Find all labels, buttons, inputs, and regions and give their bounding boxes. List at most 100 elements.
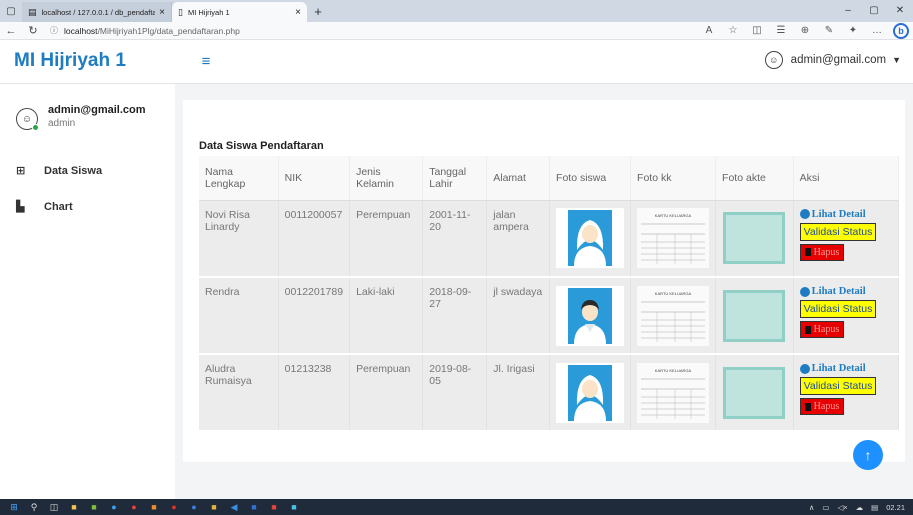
cell-nama: Novi Risa Linardy (199, 200, 279, 278)
sidebar-item-chart[interactable]: ▙ Chart (16, 200, 73, 214)
online-status-dot (32, 124, 39, 131)
clock-time[interactable]: 02.21 (886, 503, 905, 512)
validasi-status-button[interactable]: Validasi Status (799, 377, 877, 395)
cell-foto-kk: KARTU KELUARGA (630, 200, 717, 278)
avatar: ☺ (16, 108, 39, 131)
network-icon[interactable]: ▭ (822, 503, 829, 512)
cell-foto-akte (715, 354, 794, 432)
read-aloud-icon[interactable]: A (697, 25, 721, 36)
favorites-list-icon[interactable]: ☰ (769, 25, 793, 36)
copilot-icon[interactable]: ✦ (841, 25, 865, 36)
maximize-button[interactable]: ▢ (861, 0, 887, 22)
trash-icon (804, 402, 811, 411)
notification-icon[interactable]: ▤ (871, 503, 878, 512)
task-view-icon[interactable]: ◫ (44, 502, 64, 513)
browser-tab-mi-hijriyah[interactable]: ▯ MI Hijriyah 1 × (172, 2, 307, 22)
cell-tanggal-lahir: 2001-11-20 (422, 200, 488, 278)
cell-aksi: Lihat Detail Validasi Status Hapus (793, 277, 900, 355)
word-icon[interactable]: ■ (244, 502, 264, 512)
lihat-detail-label: Lihat Detail (811, 208, 866, 220)
lihat-detail-link[interactable]: Lihat Detail (799, 208, 892, 220)
cell-jenis-kelamin: Laki-laki (349, 277, 424, 355)
url-field[interactable]: ⓘ localhost/MiHijriyah1Plg/data_pendafta… (44, 25, 697, 36)
search-icon[interactable]: ⚲ (24, 502, 44, 513)
volume-icon[interactable]: ◁× (837, 503, 847, 512)
app-icon[interactable]: ● (164, 502, 184, 512)
eye-icon (799, 209, 810, 219)
url-host: localhost (64, 25, 98, 36)
more-menu-icon[interactable]: … (865, 25, 889, 36)
browser-tab-bar: ▢ ▤ localhost / 127.0.0.1 / db_pendaftar… (0, 0, 913, 22)
edge-browser-icon[interactable]: ● (104, 502, 124, 512)
back-arrow-icon[interactable]: ← (0, 25, 22, 37)
lihat-detail-link[interactable]: Lihat Detail (799, 363, 892, 374)
student-photo-male (556, 285, 625, 346)
validasi-status-button[interactable]: Validasi Status (799, 300, 877, 318)
lihat-detail-link[interactable]: Lihat Detail (799, 286, 892, 297)
column-header: Foto akte (715, 156, 794, 201)
tab-close-icon[interactable]: × (295, 7, 301, 18)
vscode-icon[interactable]: ◀ (224, 502, 244, 513)
profile-avatar-icon[interactable]: b (893, 22, 909, 39)
column-header: NIK (278, 156, 351, 201)
cell-alamat: Jl. Irigasi (486, 354, 551, 432)
user-menu[interactable]: ☺ admin@gmail.com ▼ (764, 51, 901, 69)
cell-tanggal-lahir: 2018-09-27 (422, 277, 488, 355)
cell-nik: 0012201789 (278, 277, 351, 355)
chevron-down-icon: ▼ (892, 55, 901, 65)
scroll-to-top-button[interactable]: ↑ (853, 440, 883, 470)
show-hidden-icons-icon[interactable]: ∧ (809, 503, 815, 512)
app-icon[interactable]: ■ (144, 502, 164, 512)
cell-aksi: Lihat Detail Validasi Status Hapus (793, 354, 900, 432)
hapus-button[interactable]: Hapus (799, 243, 845, 261)
column-header: Aksi (793, 156, 900, 201)
app-icon[interactable]: ■ (204, 502, 224, 512)
validasi-status-button[interactable]: Validasi Status (799, 222, 877, 241)
refresh-icon[interactable]: ↻ (22, 24, 44, 37)
cell-jenis-kelamin: Perempuan (349, 354, 424, 432)
cell-nama: Aludra Rumaisya (199, 354, 279, 432)
akte-kelahiran-image (723, 289, 786, 342)
file-explorer-icon[interactable]: ■ (64, 502, 84, 512)
page-title: Data Siswa Pendaftaran (199, 140, 324, 152)
trash-icon (804, 325, 811, 334)
kk-header-text: KARTU KELUARGA (655, 368, 692, 373)
user-email: admin@gmail.com (790, 54, 887, 66)
app-icon[interactable]: ■ (84, 502, 104, 512)
favorite-star-icon[interactable]: ☆ (721, 25, 745, 36)
system-tray: ∧ ▭ ◁× ☁ ▤ 02.21 (801, 499, 905, 515)
app-icon[interactable]: ■ (284, 502, 304, 512)
window-controls: – ▢ ✕ (835, 0, 913, 22)
windows-start-icon[interactable]: ⊞ (4, 502, 24, 513)
cell-foto-kk: KARTU KELUARGA (630, 277, 717, 355)
brand-title[interactable]: MI Hijriyah 1 (14, 50, 126, 72)
split-screen-icon[interactable]: ◫ (745, 25, 769, 36)
hamburger-menu-icon[interactable]: ≡ (196, 52, 216, 72)
url-path: /MiHijriyah1Plg/data_pendaftaran.php (97, 25, 240, 36)
app-icon[interactable]: ● (184, 502, 204, 512)
close-window-button[interactable]: ✕ (887, 0, 913, 22)
hapus-button[interactable]: Hapus (799, 321, 845, 338)
tab-actions-icon[interactable]: ▢ (0, 0, 22, 22)
weather-icon[interactable]: ☁ (856, 503, 864, 512)
hapus-button[interactable]: Hapus (799, 398, 845, 415)
minimize-button[interactable]: – (835, 0, 861, 22)
student-photo-female (556, 208, 625, 269)
tab-close-icon[interactable]: × (159, 7, 165, 18)
new-tab-button[interactable]: + (307, 4, 329, 19)
extensions-icon[interactable]: ✎ (817, 25, 841, 36)
sidebar-item-data-siswa[interactable]: ⊞ Data Siswa (16, 164, 102, 178)
cell-foto-akte (715, 200, 794, 278)
app-icon[interactable]: ● (124, 502, 144, 512)
cell-nama: Rendra (199, 277, 279, 355)
info-icon[interactable]: ⓘ (50, 25, 58, 36)
browser-tab-phpmyadmin[interactable]: ▤ localhost / 127.0.0.1 / db_pendaftar × (22, 2, 172, 22)
table-row: Rendra 0012201789 Laki-laki 2018-09-27 j… (199, 277, 900, 355)
cell-foto-kk: KARTU KELUARGA (630, 354, 717, 432)
pdf-icon[interactable]: ■ (264, 502, 284, 512)
browser-toolbar-icons: A ☆ ◫ ☰ ⊕ ✎ ✦ … b (697, 22, 913, 39)
lihat-detail-label: Lihat Detail (811, 363, 866, 374)
column-header: Foto kk (630, 156, 717, 201)
collections-icon[interactable]: ⊕ (793, 25, 817, 36)
kk-header-text: KARTU KELUARGA (655, 291, 692, 296)
